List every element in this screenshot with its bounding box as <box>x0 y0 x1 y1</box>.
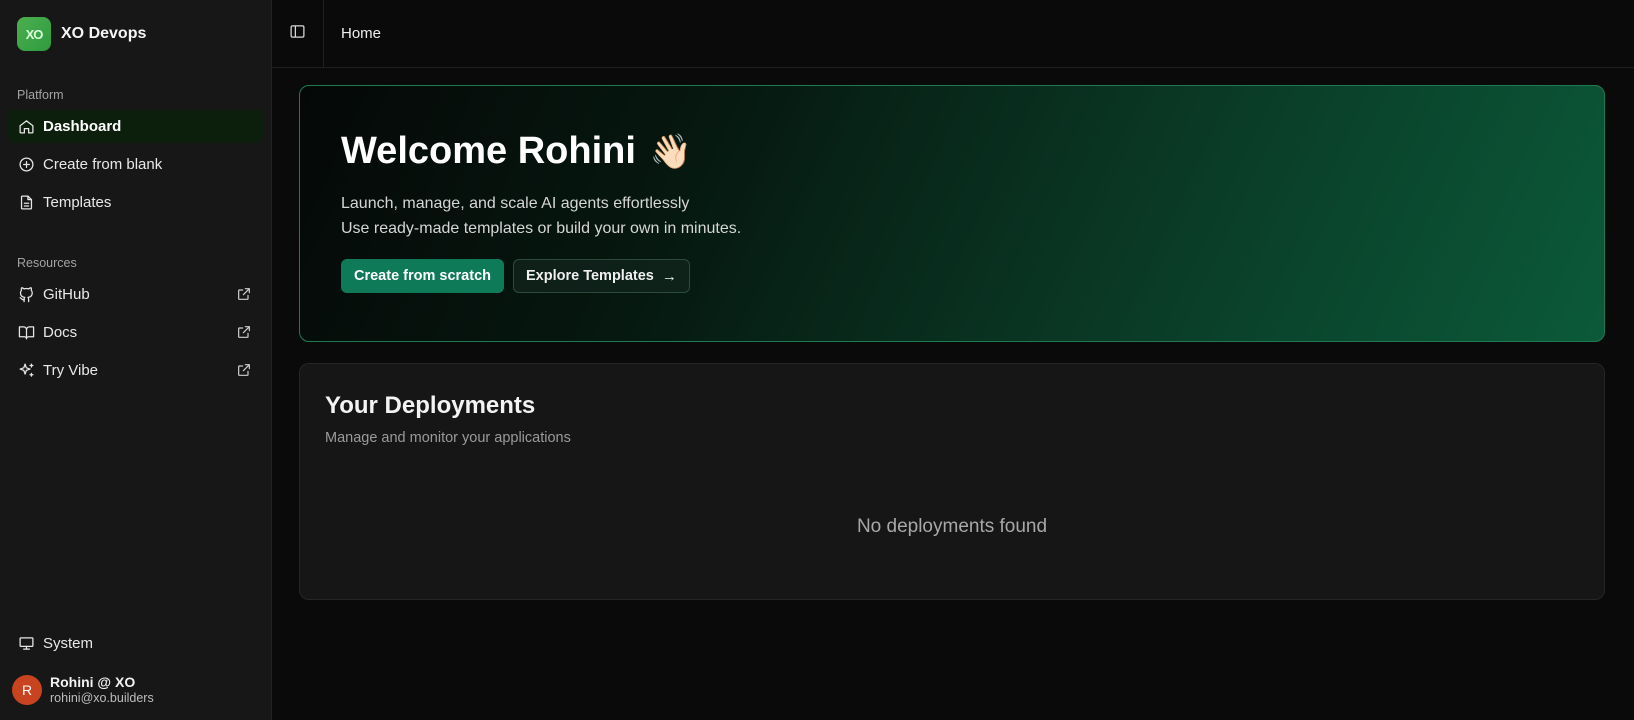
deployments-card: Your Deployments Manage and monitor your… <box>299 363 1605 600</box>
external-link-icon <box>236 362 253 379</box>
external-link-icon <box>236 324 253 341</box>
explore-templates-label: Explore Templates <box>526 268 654 284</box>
sidebar-item-try-vibe[interactable]: Try Vibe <box>8 354 263 387</box>
home-icon <box>17 118 35 136</box>
github-icon <box>17 286 35 304</box>
app-root: XO XO Devops Platform Dashboard Create f… <box>0 0 1634 720</box>
user-email: rohini@xo.builders <box>50 691 154 705</box>
create-from-scratch-button[interactable]: Create from scratch <box>341 259 504 293</box>
monitor-icon <box>17 635 35 653</box>
sidebar: XO XO Devops Platform Dashboard Create f… <box>0 0 272 720</box>
sidebar-item-label: System <box>43 635 94 653</box>
sidebar-item-label: Docs <box>43 324 78 341</box>
sidebar-item-label: GitHub <box>43 286 90 303</box>
main-content: Home Welcome Rohini 👋🏻 Launch, manage, a… <box>272 0 1634 720</box>
deployments-subtitle: Manage and monitor your applications <box>325 430 571 446</box>
sidebar-item-label: Try Vibe <box>43 362 99 379</box>
sidebar-item-label: Templates <box>43 194 112 211</box>
book-open-icon <box>17 324 35 342</box>
brand[interactable]: XO XO Devops <box>0 0 271 68</box>
welcome-subtitle-line2: Use ready-made templates or build your o… <box>341 220 742 237</box>
brand-logo: XO <box>17 17 51 51</box>
breadcrumb[interactable]: Home <box>341 25 381 42</box>
explore-templates-button[interactable]: Explore Templates → <box>513 259 690 293</box>
welcome-subtitle: Launch, manage, and scale AI agents effo… <box>341 191 1563 241</box>
brand-name: XO Devops <box>61 25 147 42</box>
panel-left-icon <box>289 23 306 45</box>
sidebar-item-label: Create from blank <box>43 156 163 173</box>
sidebar-item-create-from-blank[interactable]: Create from blank <box>8 148 263 181</box>
user-info: Rohini @ XO rohini@xo.builders <box>50 674 154 706</box>
sidebar-footer: System R Rohini @ XO rohini@xo.builders <box>0 627 271 720</box>
sidebar-item-dashboard[interactable]: Dashboard <box>8 110 263 143</box>
external-link-icon <box>236 286 253 303</box>
sidebar-toggle-button[interactable] <box>272 0 324 68</box>
sidebar-item-templates[interactable]: Templates <box>8 186 263 219</box>
topbar: Home <box>272 0 1634 68</box>
user-name: Rohini @ XO <box>50 674 136 691</box>
sidebar-item-system[interactable]: System <box>8 627 263 660</box>
section-label-platform: Platform <box>17 88 64 102</box>
plus-circle-icon <box>17 156 35 174</box>
file-text-icon <box>17 194 35 212</box>
deployments-title: Your Deployments <box>325 392 536 419</box>
welcome-banner: Welcome Rohini 👋🏻 Launch, manage, and sc… <box>299 85 1605 342</box>
sidebar-item-github[interactable]: GitHub <box>8 278 263 311</box>
welcome-title: Welcome Rohini 👋🏻 <box>341 130 1563 173</box>
sidebar-item-label: Dashboard <box>43 118 122 135</box>
waving-hand-icon: 👋🏻 <box>649 132 693 171</box>
arrow-right-icon: → <box>661 267 677 285</box>
user-menu[interactable]: R Rohini @ XO rohini@xo.builders <box>0 670 271 720</box>
section-label-resources: Resources <box>17 256 77 270</box>
sidebar-item-docs[interactable]: Docs <box>8 316 263 349</box>
avatar: R <box>12 675 42 706</box>
welcome-title-text: Welcome Rohini <box>341 130 636 172</box>
sparkles-icon <box>17 362 35 380</box>
welcome-subtitle-line1: Launch, manage, and scale AI agents effo… <box>341 195 690 212</box>
empty-state-text: No deployments found <box>856 516 1048 537</box>
welcome-actions: Create from scratch Explore Templates → <box>341 259 1563 293</box>
